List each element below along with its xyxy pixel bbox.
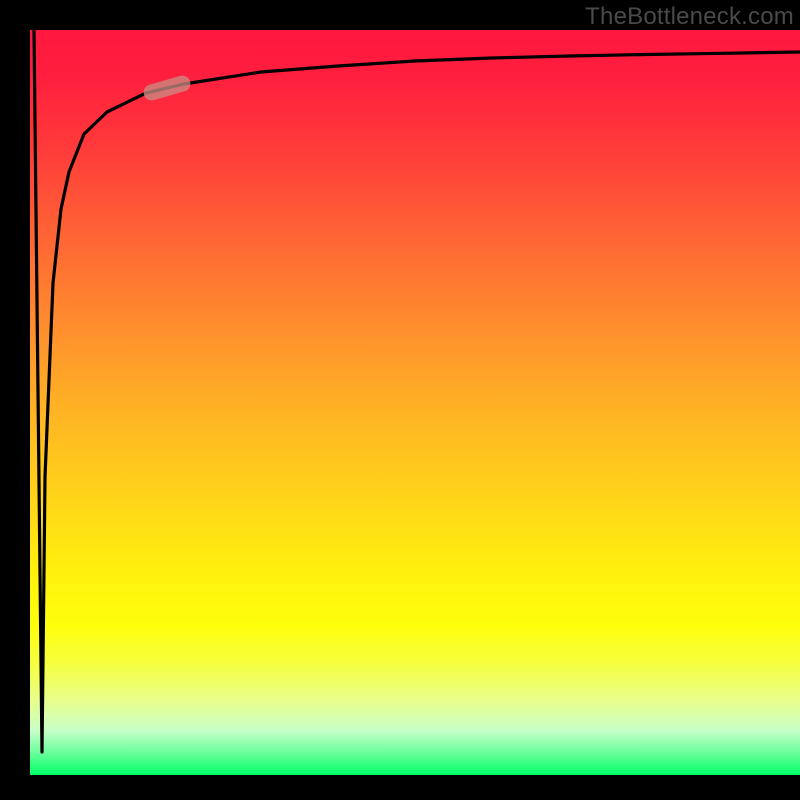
bottleneck-curve <box>34 30 800 752</box>
plot-area <box>30 30 800 775</box>
attribution-text: TheBottleneck.com <box>585 3 794 31</box>
curve-marker <box>142 74 193 103</box>
curve-layer <box>30 30 800 775</box>
chart-stage: TheBottleneck.com <box>0 0 800 800</box>
